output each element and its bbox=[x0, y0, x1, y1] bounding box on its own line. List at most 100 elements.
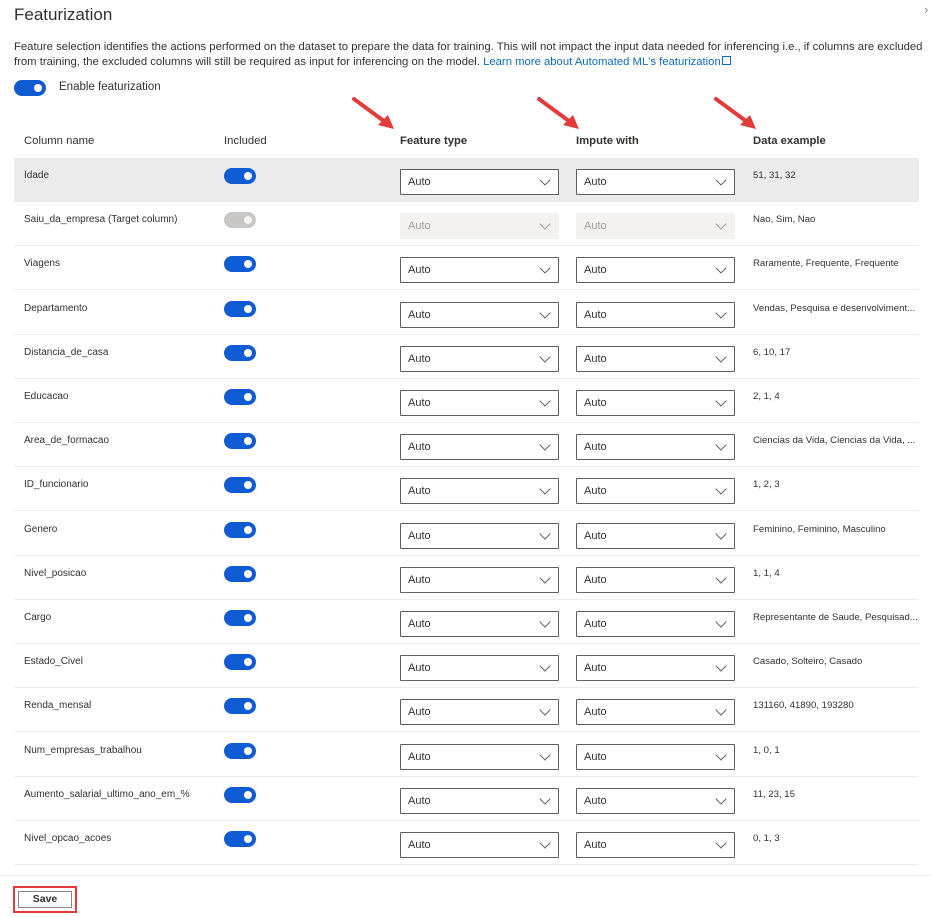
table-row[interactable]: ID_funcionario Auto Auto 1, 2, 3 bbox=[14, 467, 919, 511]
table-row[interactable]: Aumento_salarial_ultimo_ano_em_% Auto Auto… bbox=[14, 777, 919, 821]
feature-type-dropdown[interactable]: Auto bbox=[400, 302, 559, 328]
included-toggle[interactable] bbox=[224, 654, 256, 670]
column-name-cell: Distancia_de_casa bbox=[24, 347, 109, 358]
impute-with-dropdown[interactable]: Auto bbox=[576, 478, 735, 504]
feature-type-dropdown[interactable]: Auto bbox=[400, 169, 559, 195]
feature-type-dropdown[interactable]: Auto bbox=[400, 655, 559, 681]
feature-type-dropdown[interactable]: Auto bbox=[400, 567, 559, 593]
data-example-cell: 2, 1, 4 bbox=[753, 391, 780, 402]
impute-with-dropdown[interactable]: Auto bbox=[576, 390, 735, 416]
included-toggle[interactable] bbox=[224, 168, 256, 184]
feature-type-value: Auto bbox=[408, 662, 431, 674]
included-toggle[interactable] bbox=[224, 345, 256, 361]
close-chevron-icon[interactable]: › bbox=[924, 2, 928, 18]
feature-type-dropdown[interactable]: Auto bbox=[400, 788, 559, 814]
included-toggle[interactable] bbox=[224, 787, 256, 803]
chevron-down-icon bbox=[539, 262, 551, 274]
impute-with-dropdown[interactable]: Auto bbox=[576, 699, 735, 725]
table-row[interactable]: Estado_Civel Auto Auto Casado, Solteiro, Ca… bbox=[14, 644, 919, 688]
impute-with-dropdown[interactable]: Auto bbox=[576, 434, 735, 460]
table-row[interactable]: Departamento Auto Auto Vendas, Pesquisa e d… bbox=[14, 291, 919, 335]
data-example-cell: Ciencias da Vida, Ciencias da Vida, ... bbox=[753, 435, 916, 446]
included-toggle[interactable] bbox=[224, 256, 256, 272]
included-toggle[interactable] bbox=[224, 477, 256, 493]
included-toggle[interactable] bbox=[224, 301, 256, 317]
impute-with-value: Auto bbox=[584, 220, 607, 232]
feature-type-dropdown[interactable]: Auto bbox=[400, 257, 559, 283]
panel-title: Featurization bbox=[14, 5, 113, 24]
enable-featurization-toggle[interactable] bbox=[14, 80, 46, 96]
table-row[interactable]: Nivel_opcao_acoes Auto Auto 0, 1, 3 bbox=[14, 821, 919, 865]
feature-type-value: Auto bbox=[408, 706, 431, 718]
chevron-down-icon bbox=[715, 528, 727, 540]
chevron-down-icon bbox=[715, 395, 727, 407]
data-example-cell: 51, 31, 32 bbox=[753, 170, 796, 181]
table-row[interactable]: Nivel_posicao Auto Auto 1, 1, 4 bbox=[14, 556, 919, 600]
table-row[interactable]: Cargo Auto Auto Representante de Saude, Pes… bbox=[14, 600, 919, 644]
included-toggle[interactable] bbox=[224, 389, 256, 405]
impute-with-value: Auto bbox=[584, 353, 607, 365]
save-button[interactable]: Save bbox=[18, 891, 72, 908]
impute-with-dropdown[interactable]: Auto bbox=[576, 523, 735, 549]
table-row[interactable]: Num_empresas_trabalhou Auto Auto 1, 0, 1 bbox=[14, 733, 919, 777]
data-example-cell: 11, 23, 15 bbox=[753, 789, 795, 800]
feature-type-value: Auto bbox=[408, 485, 431, 497]
chevron-down-icon bbox=[539, 174, 551, 186]
data-example-cell: 6, 10, 17 bbox=[753, 347, 791, 358]
included-toggle[interactable] bbox=[224, 566, 256, 582]
included-toggle[interactable] bbox=[224, 433, 256, 449]
chevron-down-icon bbox=[715, 704, 727, 716]
included-toggle[interactable] bbox=[224, 698, 256, 714]
feature-type-value: Auto bbox=[408, 795, 431, 807]
impute-with-dropdown[interactable]: Auto bbox=[576, 744, 735, 770]
impute-with-value: Auto bbox=[584, 176, 607, 188]
feature-type-dropdown[interactable]: Auto bbox=[400, 611, 559, 637]
chevron-down-icon bbox=[715, 793, 727, 805]
feature-type-dropdown[interactable]: Auto bbox=[400, 478, 559, 504]
header-column-name: Column name bbox=[24, 135, 95, 147]
impute-with-dropdown[interactable]: Auto bbox=[576, 302, 735, 328]
feature-type-dropdown[interactable]: Auto bbox=[400, 744, 559, 770]
feature-type-dropdown[interactable]: Auto bbox=[400, 434, 559, 460]
impute-with-dropdown[interactable]: Auto bbox=[576, 832, 735, 858]
impute-with-value: Auto bbox=[584, 309, 607, 321]
impute-with-dropdown[interactable]: Auto bbox=[576, 169, 735, 195]
table-row[interactable]: Renda_mensal Auto Auto 131160, 41890, 19328… bbox=[14, 688, 919, 732]
column-name-cell: Aumento_salarial_ultimo_ano_em_% bbox=[24, 789, 190, 800]
header-feature-type: Feature type bbox=[400, 135, 468, 147]
column-name-cell: Num_empresas_trabalhou bbox=[24, 745, 142, 756]
table-row[interactable]: Educacao Auto Auto 2, 1, 4 bbox=[14, 379, 919, 423]
chevron-down-icon bbox=[539, 616, 551, 628]
feature-type-dropdown[interactable]: Auto bbox=[400, 346, 559, 372]
table-row[interactable]: Viagens Auto Auto Raramente, Frequente, Fre… bbox=[14, 246, 919, 290]
included-toggle[interactable] bbox=[224, 522, 256, 538]
impute-with-dropdown[interactable]: Auto bbox=[576, 346, 735, 372]
impute-with-dropdown[interactable]: Auto bbox=[576, 257, 735, 283]
column-name-cell: Nivel_opcao_acoes bbox=[24, 833, 112, 844]
impute-with-dropdown[interactable]: Auto bbox=[576, 788, 735, 814]
chevron-down-icon bbox=[715, 218, 727, 230]
impute-with-dropdown[interactable]: Auto bbox=[576, 611, 735, 637]
impute-with-dropdown[interactable]: Auto bbox=[576, 567, 735, 593]
feature-type-value: Auto bbox=[408, 176, 431, 188]
impute-with-dropdown[interactable]: Auto bbox=[576, 655, 735, 681]
impute-with-value: Auto bbox=[584, 485, 607, 497]
feature-type-dropdown[interactable]: Auto bbox=[400, 523, 559, 549]
column-name-cell: Saiu_da_empresa (Target column) bbox=[24, 214, 178, 225]
table-row[interactable]: Area_de_formacao Auto Auto Ciencias da Vida… bbox=[14, 423, 919, 467]
feature-type-dropdown[interactable]: Auto bbox=[400, 390, 559, 416]
table-row[interactable]: Saiu_da_empresa (Target column) Auto Auto N… bbox=[14, 202, 919, 246]
annotation-arrow-icon bbox=[714, 97, 756, 129]
feature-type-dropdown[interactable]: Auto bbox=[400, 832, 559, 858]
table-row[interactable]: Genero Auto Auto Feminino, Feminino, Mascul… bbox=[14, 512, 919, 556]
included-toggle[interactable] bbox=[224, 743, 256, 759]
impute-with-value: Auto bbox=[584, 751, 607, 763]
feature-type-dropdown[interactable]: Auto bbox=[400, 699, 559, 725]
learn-more-link[interactable]: Learn more about Automated ML's featuriz… bbox=[483, 55, 731, 68]
included-toggle[interactable] bbox=[224, 831, 256, 847]
table-row[interactable]: Distancia_de_casa Auto Auto 6, 10, 17 bbox=[14, 335, 919, 379]
chevron-down-icon bbox=[539, 572, 551, 584]
included-toggle[interactable] bbox=[224, 610, 256, 626]
footer-divider bbox=[0, 875, 932, 876]
table-row[interactable]: Idade Auto Auto 51, 31, 32 bbox=[14, 158, 919, 202]
